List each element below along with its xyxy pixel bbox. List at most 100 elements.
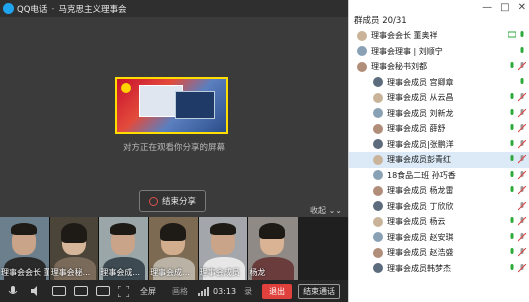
speaker-icon[interactable] bbox=[30, 286, 44, 296]
member-row[interactable]: 理事会成员 从云昌 bbox=[349, 90, 529, 106]
mic-on-icon bbox=[510, 217, 514, 223]
video-tile[interactable]: 理事会会长 董奥祥 bbox=[0, 217, 50, 280]
member-row[interactable]: 理事会成员 宫卿章 bbox=[349, 75, 529, 91]
end-share-button[interactable]: 结束分享 bbox=[139, 190, 206, 212]
fullscreen-label[interactable]: 全屏 bbox=[140, 286, 156, 297]
member-row[interactable]: 18食品二班 孙巧香 bbox=[349, 168, 529, 184]
qq-phone-icon bbox=[3, 3, 14, 14]
member-avatar bbox=[373, 92, 383, 103]
video-tile[interactable]: 杨龙 bbox=[248, 217, 299, 280]
member-avatar bbox=[373, 201, 383, 212]
member-list: 理事会会长 董奥祥 理事会理事 | 刘顺宁 理事会秘书刘都 理事会成员 宫卿章 … bbox=[349, 28, 529, 276]
mic-muted-icon bbox=[518, 232, 526, 241]
minimize-icon[interactable]: — bbox=[482, 2, 492, 13]
member-avatar bbox=[373, 108, 383, 119]
member-name: 理事会成员 丁欣欣 bbox=[387, 201, 454, 211]
participant-hair bbox=[259, 223, 286, 239]
member-name: 18食品二班 孙巧香 bbox=[387, 170, 456, 180]
mic-muted-icon bbox=[518, 217, 526, 226]
member-name: 理事会成员 薛舒 bbox=[387, 124, 446, 134]
member-name: 理事会秘书刘都 bbox=[371, 62, 427, 72]
member-name: 理事会成员|张鹏洋 bbox=[387, 139, 454, 149]
mic-muted-icon bbox=[518, 263, 526, 272]
window-controls: — □ ✕ bbox=[482, 2, 526, 13]
mic-muted-icon bbox=[518, 170, 526, 179]
exit-button[interactable]: 退出 bbox=[262, 283, 293, 299]
mic-muted-icon bbox=[518, 108, 526, 117]
member-avatar bbox=[373, 123, 383, 134]
video-tile-label: 杨龙 bbox=[249, 268, 266, 277]
member-row[interactable]: 理事会成员韩梦杰 bbox=[349, 261, 529, 277]
mic-on-icon bbox=[510, 170, 514, 177]
member-name: 理事会成员 从云昌 bbox=[387, 93, 454, 103]
mic-muted-icon bbox=[518, 124, 526, 133]
member-avatar bbox=[373, 232, 383, 243]
member-row[interactable]: 理事会成员 杨云 bbox=[349, 214, 529, 230]
mic-on-icon bbox=[510, 248, 514, 254]
video-tile[interactable]: 理事会秘... bbox=[49, 217, 100, 280]
member-avatar bbox=[373, 154, 383, 165]
share-screen-icon[interactable] bbox=[74, 286, 88, 296]
title-separator: - bbox=[51, 3, 55, 14]
video-tile[interactable]: 理事会成... bbox=[99, 217, 150, 280]
member-avatar bbox=[373, 170, 383, 181]
mic-on-icon bbox=[510, 232, 514, 239]
microphone-icon[interactable] bbox=[8, 286, 22, 296]
member-avatar bbox=[373, 185, 383, 196]
fullscreen-icon[interactable] bbox=[117, 285, 132, 298]
member-name: 理事会成员韩梦杰 bbox=[387, 263, 451, 273]
member-row[interactable]: 理事会成员 赵浩盛 bbox=[349, 245, 529, 261]
mic-on-icon bbox=[510, 139, 514, 146]
video-tile[interactable]: 理事会成... bbox=[149, 217, 199, 280]
maximize-icon[interactable]: □ bbox=[500, 2, 509, 13]
member-avatar bbox=[357, 30, 367, 41]
mic-muted-icon bbox=[518, 248, 526, 257]
end-share-label: 结束分享 bbox=[161, 197, 196, 207]
video-tile-label: 理事会秘... bbox=[50, 268, 91, 277]
member-avatar bbox=[357, 61, 367, 72]
mic-on-icon bbox=[510, 108, 514, 115]
member-row[interactable]: 理事会理事 | 刘顺宁 bbox=[349, 44, 529, 60]
app-name: QQ电话 bbox=[17, 4, 48, 15]
mic-muted-icon bbox=[518, 155, 526, 164]
close-icon[interactable]: ✕ bbox=[518, 2, 526, 13]
mic-on-icon bbox=[520, 46, 524, 53]
member-row[interactable]: 理事会会长 董奥祥 bbox=[349, 28, 529, 44]
member-row[interactable]: 理事会成员 赵安琪 bbox=[349, 230, 529, 246]
member-row[interactable]: 理事会成员 刘新龙 bbox=[349, 106, 529, 122]
mic-on-icon bbox=[510, 93, 514, 99]
video-tile-label: 理事会会长 董奥祥 bbox=[1, 268, 49, 277]
member-name: 理事会成员彭青红 bbox=[387, 155, 451, 165]
member-row[interactable]: 理事会秘书刘都 bbox=[349, 59, 529, 75]
member-row[interactable]: 理事会成员 丁欣欣 bbox=[349, 199, 529, 215]
video-tile[interactable]: 理事会成员 bbox=[198, 217, 249, 280]
call-controls-bar: 全屏 画格 03:13 录 退出 结束通话 bbox=[0, 280, 348, 302]
member-panel: — □ ✕ 群成员 20/31 理事会会长 董奥祥 理事会理事 | 刘顺宁 理事… bbox=[348, 0, 529, 302]
member-avatar bbox=[373, 216, 383, 227]
palette-label[interactable]: 画格 bbox=[172, 286, 188, 297]
member-row[interactable]: 理事会成员 薛舒 bbox=[349, 121, 529, 137]
video-tile-label: 理事会成员 bbox=[199, 268, 240, 277]
collapse-button[interactable]: 收起 ⌄⌄ bbox=[310, 205, 342, 216]
member-name: 理事会会长 董奥祥 bbox=[371, 31, 438, 41]
member-avatar bbox=[357, 46, 367, 57]
mic-muted-icon bbox=[518, 139, 526, 148]
whiteboard-icon[interactable] bbox=[96, 286, 110, 296]
member-avatar bbox=[373, 77, 383, 88]
member-row[interactable]: 理事会成员|张鹏洋 bbox=[349, 137, 529, 153]
record-button[interactable]: 录 bbox=[244, 286, 252, 297]
power-icon bbox=[148, 196, 158, 206]
screen-share-area: 对方正在观看你分享的屏幕 结束分享 收起 ⌄⌄ bbox=[0, 17, 348, 217]
member-row-selected[interactable]: 理事会成员彭青红 bbox=[349, 152, 529, 168]
camera-icon[interactable] bbox=[52, 286, 66, 296]
shared-screen-image bbox=[117, 79, 226, 132]
member-name: 理事会成员 宫卿章 bbox=[387, 77, 454, 87]
member-row[interactable]: 理事会成员 杨龙雷 bbox=[349, 183, 529, 199]
mic-on-icon bbox=[510, 263, 514, 270]
signal-icon bbox=[198, 286, 209, 296]
member-avatar bbox=[373, 139, 383, 150]
mic-on-icon bbox=[510, 155, 514, 161]
preview-window bbox=[175, 91, 215, 119]
end-call-button[interactable]: 结束通话 bbox=[298, 283, 341, 299]
shared-screen-preview[interactable] bbox=[115, 77, 228, 134]
